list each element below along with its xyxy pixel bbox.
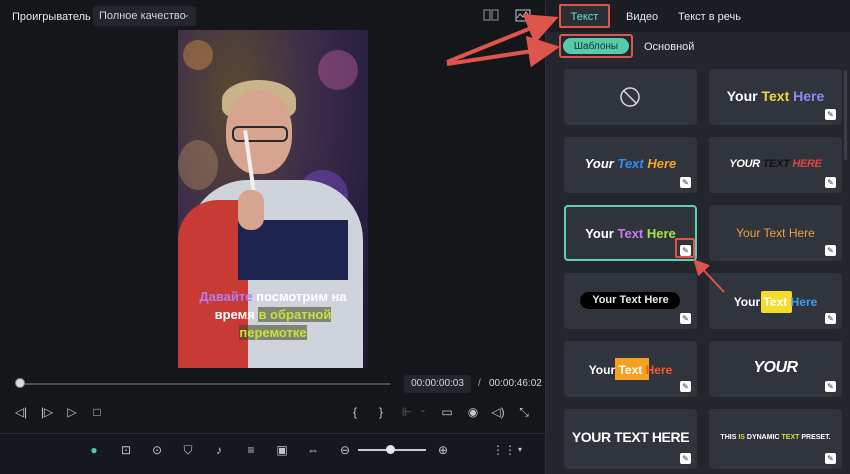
panel-tabs: Текст Видео Текст в речь xyxy=(546,0,850,32)
playback-timeline[interactable] xyxy=(18,383,390,385)
playhead-handle[interactable] xyxy=(15,378,25,388)
effects-panel: Текст Видео Текст в речь Шаблоны Основно… xyxy=(545,0,850,474)
timecode-separator: / xyxy=(478,378,481,389)
template-tile[interactable]: Your Text Here ✎ xyxy=(709,69,842,125)
edit-icon[interactable]: ✎ xyxy=(680,313,691,324)
template-tile[interactable]: Your Text Here ✎ xyxy=(564,137,697,193)
player-panel: Проигрыватель Полное качество ⌄ Давайте … xyxy=(0,0,545,430)
person-hand xyxy=(238,190,264,230)
timeline-toolbar xyxy=(0,433,545,474)
display-icon[interactable]: ▭ xyxy=(440,405,454,419)
template-tile[interactable]: YOUR ✎ xyxy=(709,341,842,397)
template-preview: Your Text Here xyxy=(585,226,676,241)
caption-word: время xyxy=(214,307,255,322)
tab-video[interactable]: Видео xyxy=(626,11,658,23)
edit-icon[interactable]: ✎ xyxy=(680,453,691,464)
template-preview: Your Text Here xyxy=(726,88,825,104)
edit-icon[interactable]: ✎ xyxy=(680,381,691,392)
edit-icon[interactable]: ✎ xyxy=(680,177,691,188)
panel-scrollbar[interactable] xyxy=(844,70,847,160)
ai-assistant-icon[interactable]: ● xyxy=(86,442,102,458)
template-tile[interactable]: Your Text Here ✎ xyxy=(564,273,697,329)
bokeh-light xyxy=(178,140,218,190)
subtab-templates-label: Шаблоны xyxy=(563,38,629,54)
tab-text-to-speech[interactable]: Текст в речь xyxy=(678,11,741,23)
template-preview: Your Text Here xyxy=(736,226,815,240)
timecode-total: 00:00:46:02 xyxy=(489,378,542,389)
microphone-icon[interactable]: ♪ xyxy=(211,442,227,458)
zoom-in-icon[interactable]: ⊕ xyxy=(435,442,451,458)
chevron-down-icon[interactable]: ▾ xyxy=(512,442,528,458)
waveform-icon[interactable] xyxy=(515,9,533,23)
template-tile-selected[interactable]: Your Text Here ✎ xyxy=(564,205,697,261)
quality-dropdown[interactable]: Полное качество ⌄ xyxy=(93,6,196,26)
template-preview: YOUR TEXT HERE xyxy=(729,158,822,170)
none-icon xyxy=(620,87,640,107)
template-tile[interactable]: THIS IS DYNAMIC TEXT PRESET. ✎ xyxy=(709,409,842,469)
chevron-down-icon: ⌄ xyxy=(182,9,190,19)
template-preview: Your Text Here xyxy=(584,156,677,171)
template-preview: YOUR xyxy=(753,359,798,376)
template-preview: YOUR TEXT HERE xyxy=(571,429,690,445)
shield-icon[interactable]: ⛉ xyxy=(180,442,196,458)
fit-icon[interactable]: ⇔ xyxy=(305,442,321,458)
next-frame-icon[interactable]: |▷ xyxy=(40,405,54,419)
template-preview: Your Text Here xyxy=(592,294,669,306)
volume-icon[interactable]: ◁) xyxy=(491,405,505,419)
edit-icon[interactable]: ✎ xyxy=(825,177,836,188)
template-tile[interactable]: Your Text Here ✎ xyxy=(709,273,842,329)
fullscreen-icon[interactable]: ⤡ xyxy=(517,405,531,419)
video-caption: Давайте посмотрим на время в обратной пе… xyxy=(178,288,368,342)
edit-icon[interactable]: ✎ xyxy=(825,109,836,120)
app-window: Проигрыватель Полное качество ⌄ Давайте … xyxy=(0,0,850,474)
edit-icon[interactable]: ✎ xyxy=(825,313,836,324)
subtab-templates[interactable]: Шаблоны xyxy=(559,34,633,58)
quality-value: Полное качество xyxy=(99,10,186,22)
video-preview[interactable]: Давайте посмотрим на время в обратной пе… xyxy=(178,30,368,368)
screen-record-icon[interactable]: ⊙ xyxy=(149,442,165,458)
music-list-icon[interactable]: ≡ xyxy=(243,442,259,458)
edit-icon[interactable]: ✎ xyxy=(825,453,836,464)
edit-icon[interactable]: ✎ xyxy=(680,245,691,256)
chevron-down-icon: ⌄ xyxy=(419,405,427,414)
grid-view-icon[interactable] xyxy=(483,9,501,23)
stop-icon[interactable]: □ xyxy=(90,405,104,419)
person-glasses xyxy=(232,126,288,142)
zoom-slider-handle[interactable] xyxy=(386,445,395,454)
tab-text[interactable]: Текст xyxy=(559,4,610,28)
template-none[interactable] xyxy=(564,69,697,125)
mark-out-icon[interactable]: } xyxy=(374,405,388,419)
mark-in-icon[interactable]: { xyxy=(348,405,362,419)
marker-icon: ⊩ xyxy=(401,405,413,419)
zoom-out-icon[interactable]: ⊖ xyxy=(337,442,353,458)
template-tile[interactable]: Your Text Here ✎ xyxy=(564,341,697,397)
track-layout-icon[interactable]: ⋮⋮ xyxy=(492,442,516,458)
prev-frame-icon[interactable]: ◁| xyxy=(14,405,28,419)
template-preview: THIS IS DYNAMIC TEXT PRESET. xyxy=(720,434,831,441)
bokeh-light xyxy=(318,50,358,90)
template-preview: Your Text Here xyxy=(588,363,673,377)
player-title: Проигрыватель xyxy=(12,11,91,23)
camera-record-icon[interactable]: ⊡ xyxy=(118,442,134,458)
template-preview: Your Text Here xyxy=(733,295,818,309)
template-tile[interactable]: YOUR TEXT HERE ✎ xyxy=(709,137,842,193)
template-tile[interactable]: Your Text Here ✎ xyxy=(709,205,842,261)
image-icon[interactable]: ▣ xyxy=(274,442,290,458)
edit-icon[interactable]: ✎ xyxy=(825,381,836,392)
timecode-current[interactable]: 00:00:00:03 xyxy=(404,375,471,393)
caption-word: посмотрим на xyxy=(256,289,347,304)
template-tile[interactable]: YOUR TEXT HERE ✎ xyxy=(564,409,697,469)
subtab-basic[interactable]: Основной xyxy=(644,41,694,53)
play-icon[interactable]: ▷ xyxy=(65,405,79,419)
caption-word: перемотке xyxy=(239,325,307,340)
caption-word: Давайте xyxy=(199,289,253,304)
snapshot-icon[interactable]: ◉ xyxy=(466,405,480,419)
bokeh-light xyxy=(183,40,213,70)
edit-icon[interactable]: ✎ xyxy=(825,245,836,256)
caption-word: в обратной xyxy=(258,307,332,322)
